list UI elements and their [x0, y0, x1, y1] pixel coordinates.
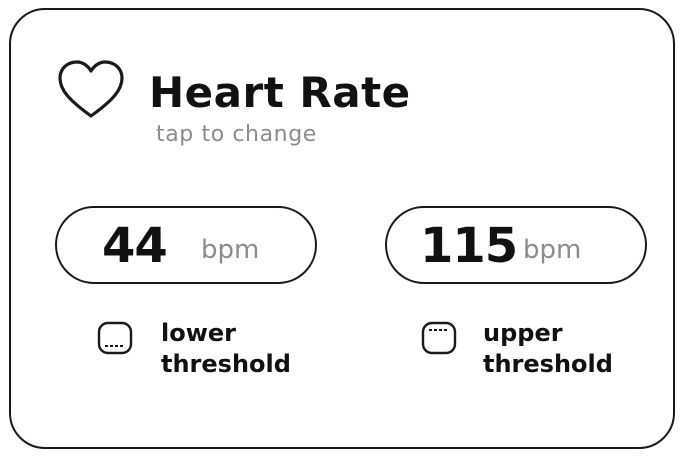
- upper-threshold-button[interactable]: 115 bpm: [385, 206, 647, 284]
- upper-threshold-value: 115: [420, 218, 518, 274]
- heart-icon: [58, 60, 124, 118]
- upper-threshold-label-line2: threshold: [483, 350, 613, 378]
- card-title: Heart Rate: [149, 68, 411, 117]
- tap-to-change-hint: tap to change: [156, 122, 317, 147]
- lower-threshold-unit: bpm: [201, 235, 260, 265]
- upper-threshold-icon: [421, 321, 457, 355]
- upper-threshold-label: upper threshold: [483, 318, 613, 380]
- lower-threshold-label-line2: threshold: [161, 350, 291, 378]
- upper-threshold-unit: bpm: [523, 235, 582, 265]
- lower-threshold-label-line1: lower: [161, 319, 236, 347]
- heart-rate-card[interactable]: Heart Rate tap to change 44 bpm 115 bpm …: [9, 8, 675, 449]
- lower-threshold-label: lower threshold: [161, 318, 291, 380]
- upper-threshold-label-line1: upper: [483, 319, 563, 347]
- lower-threshold-icon: [97, 321, 133, 355]
- lower-threshold-value: 44: [102, 218, 168, 274]
- lower-threshold-button[interactable]: 44 bpm: [55, 206, 317, 284]
